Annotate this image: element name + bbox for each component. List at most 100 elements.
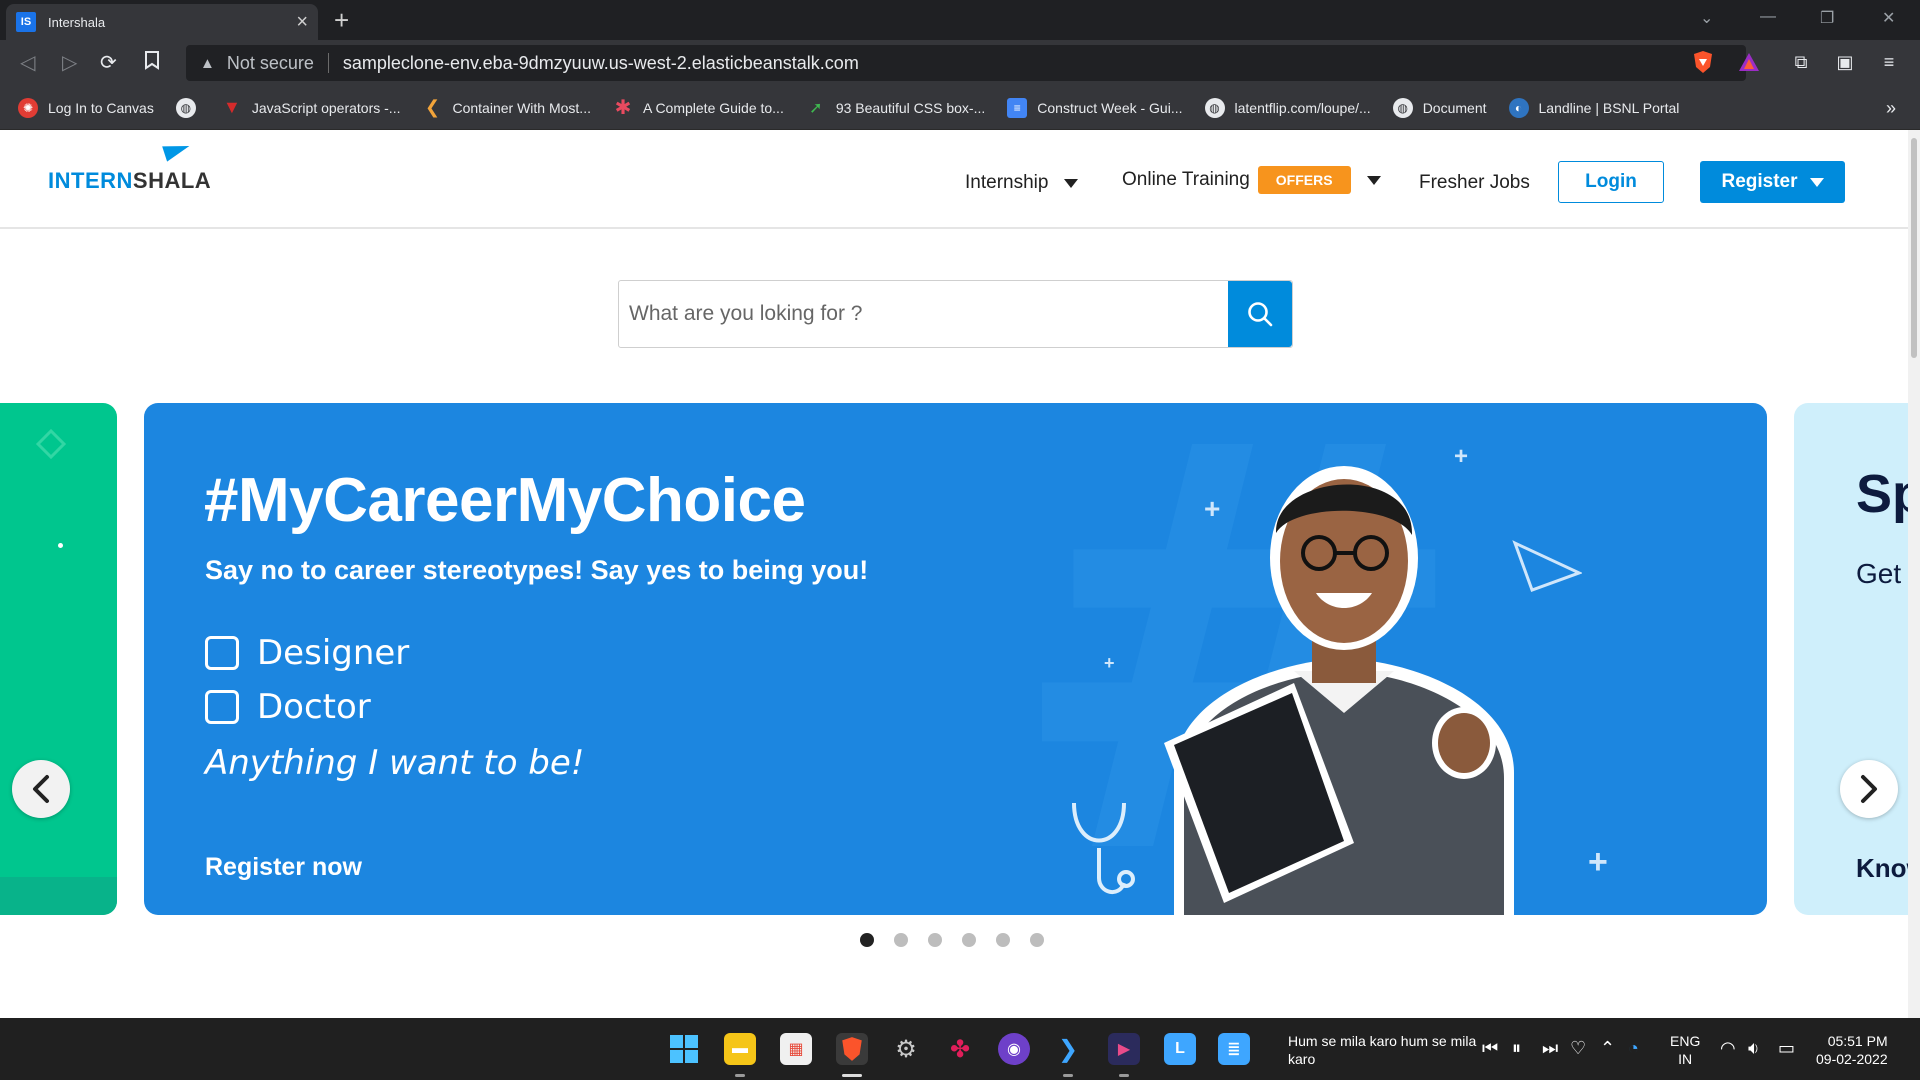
bookmark-item[interactable]: ≡ Construct Week - Gui... xyxy=(1007,97,1183,118)
chevron-up-icon[interactable]: ⌃ xyxy=(1600,1038,1615,1059)
hero-title: #MyCareerMyChoice xyxy=(204,466,806,535)
register-now-link[interactable]: Register now xyxy=(205,853,362,882)
bookmark-label: Document xyxy=(1422,99,1487,116)
web-page: INTERNSHALA Internship Online Training O… xyxy=(0,130,1920,1018)
bookmark-icon[interactable] xyxy=(144,50,160,76)
clock-app-icon[interactable]: ◔ xyxy=(1628,1038,1639,1059)
option-doctor: Doctor xyxy=(205,687,371,727)
browser-tab[interactable]: IS Intershala × xyxy=(6,4,318,40)
browser-tab-bar: IS Intershala × + ⌄ — ❐ ✕ xyxy=(0,0,1920,40)
nav-internship[interactable]: Internship xyxy=(965,172,1079,194)
carousel-slide-previous[interactable] xyxy=(0,403,117,915)
slack-icon[interactable]: ✤ xyxy=(944,1033,976,1065)
forward-icon[interactable]: ▷ xyxy=(62,50,77,75)
search-button[interactable] xyxy=(1228,281,1292,347)
bookmark-item[interactable]: ▼ JavaScript operators -... xyxy=(222,97,401,118)
internshala-logo[interactable]: INTERNSHALA xyxy=(48,138,211,194)
brave-browser-icon[interactable] xyxy=(836,1033,868,1065)
carousel-dot[interactable] xyxy=(928,933,942,947)
option-designer: Designer xyxy=(205,633,409,673)
register-button[interactable]: Register xyxy=(1700,161,1845,203)
microsoft-store-icon[interactable]: ▦ xyxy=(780,1033,812,1065)
brave-shield-icon[interactable] xyxy=(1690,49,1716,75)
cursor-icon: ➚ xyxy=(809,99,823,117)
bookmark-item[interactable]: ❮ Container With Most... xyxy=(422,97,591,118)
nav-online-training-label: Online Training xyxy=(1122,169,1250,190)
register-label: Register xyxy=(1721,171,1798,192)
system-clock[interactable]: 05:51 PM 09-02-2022 xyxy=(1816,1032,1888,1068)
page-scrollbar[interactable] xyxy=(1908,130,1920,1018)
not-secure-label: Not secure xyxy=(226,52,314,73)
media-next-icon[interactable]: ⏭ xyxy=(1542,1038,1558,1059)
nav-fresher-jobs[interactable]: Fresher Jobs xyxy=(1419,172,1530,194)
leetcode-icon: ❮ xyxy=(424,97,441,117)
media-pause-icon[interactable]: ⏸ xyxy=(1512,1038,1521,1059)
bookmark-item[interactable]: ◍ latentflip.com/loupe/... xyxy=(1204,97,1371,118)
docs-icon: ≡ xyxy=(1007,97,1028,118)
language-code: ENG xyxy=(1670,1033,1701,1049)
bookmark-item[interactable]: ◐ Landline | BSNL Portal xyxy=(1508,97,1679,118)
carousel-dot[interactable] xyxy=(894,933,908,947)
caret-down-icon xyxy=(1366,175,1381,185)
bookmark-item[interactable]: ◍ xyxy=(175,97,206,118)
bookmark-label: 93 Beautiful CSS box-... xyxy=(835,99,986,116)
carousel-slide-next[interactable]: Sp Get Know xyxy=(1794,403,1920,915)
sparkle-dot xyxy=(58,543,63,548)
carousel-next-button[interactable] xyxy=(1840,760,1898,818)
media-previous-icon[interactable]: ⏮ xyxy=(1482,1038,1498,1059)
wallet-icon[interactable]: ▣ xyxy=(1832,49,1858,75)
tab-search-chevron-icon[interactable]: ⌄ xyxy=(1700,8,1713,28)
globe-icon: ◍ xyxy=(1204,97,1225,118)
notepad-icon[interactable]: ≣ xyxy=(1218,1033,1250,1065)
browser-toolbar: ◁ ▷ ⟳ ▲ Not secure sampleclone-env.eba-9… xyxy=(0,40,1920,86)
site-header: INTERNSHALA Internship Online Training O… xyxy=(0,130,1908,229)
wifi-icon[interactable]: ◠ xyxy=(1720,1038,1736,1059)
more-bookmarks-icon[interactable]: » xyxy=(1886,98,1896,119)
heart-icon[interactable]: ♡ xyxy=(1570,1038,1586,1059)
windows-start-icon[interactable] xyxy=(668,1033,700,1065)
now-playing-text[interactable]: Hum se mila karo hum se mila karo xyxy=(1288,1032,1488,1068)
address-bar[interactable]: ▲ Not secure sampleclone-env.eba-9dmzyuu… xyxy=(186,45,1746,81)
github-icon[interactable]: ◉ xyxy=(998,1033,1030,1065)
bookmarks-bar: ✺ Log In to Canvas ◍ ▼ JavaScript operat… xyxy=(0,86,1920,130)
new-tab-icon[interactable]: + xyxy=(334,6,349,34)
carousel-dot[interactable] xyxy=(1030,933,1044,947)
carousel-dot[interactable] xyxy=(996,933,1010,947)
l-app-icon[interactable]: L xyxy=(1164,1033,1196,1065)
clock-date: 09-02-2022 xyxy=(1816,1051,1888,1067)
carousel-slide-active[interactable]: # #MyCareerMyChoice Say no to career ste… xyxy=(144,403,1767,915)
paper-plane-icon xyxy=(162,138,192,162)
restore-icon[interactable]: ❐ xyxy=(1820,8,1834,28)
close-tab-icon[interactable]: × xyxy=(296,11,308,34)
brave-rewards-icon[interactable] xyxy=(1736,49,1762,75)
close-window-icon[interactable]: ✕ xyxy=(1882,8,1895,28)
volume-icon[interactable]: 🔉︎ xyxy=(1748,1038,1759,1059)
settings-gear-icon[interactable]: ⚙ xyxy=(890,1033,922,1065)
bookmark-item[interactable]: ✱ A Complete Guide to... xyxy=(613,97,784,119)
language-indicator[interactable]: ENG IN xyxy=(1670,1032,1700,1068)
search-input[interactable] xyxy=(619,281,1228,347)
carousel-prev-button[interactable] xyxy=(12,760,70,818)
battery-icon[interactable]: ▭ xyxy=(1778,1038,1795,1059)
back-icon[interactable]: ◁ xyxy=(20,50,35,75)
carousel-dot[interactable] xyxy=(962,933,976,947)
bookmark-item[interactable]: ➚ 93 Beautiful CSS box-... xyxy=(806,98,985,118)
vscode-icon[interactable]: ❯ xyxy=(1052,1033,1084,1065)
minimize-icon[interactable]: — xyxy=(1760,8,1776,26)
media-player-icon[interactable]: ▶ xyxy=(1108,1033,1140,1065)
bookmark-label: A Complete Guide to... xyxy=(642,99,784,116)
nav-online-training[interactable]: Online Training OFFERS xyxy=(1122,166,1381,194)
bookmark-item[interactable]: ◍ Document xyxy=(1392,97,1487,118)
bookmark-label: JavaScript operators -... xyxy=(251,99,401,116)
login-button[interactable]: Login xyxy=(1558,161,1664,203)
bookmark-item[interactable]: ✺ Log In to Canvas xyxy=(18,97,154,118)
running-indicator xyxy=(1119,1074,1129,1077)
scrollbar-thumb[interactable] xyxy=(1911,138,1917,358)
file-explorer-icon[interactable]: ▬ xyxy=(724,1033,756,1065)
carousel-dots xyxy=(860,933,1064,947)
reload-icon[interactable]: ⟳ xyxy=(100,50,117,75)
extensions-puzzle-icon[interactable]: ⧉ xyxy=(1788,49,1814,75)
logo-text-prefix: INTERN xyxy=(48,168,133,193)
carousel-dot[interactable] xyxy=(860,933,874,947)
menu-icon[interactable]: ≡ xyxy=(1876,49,1902,75)
